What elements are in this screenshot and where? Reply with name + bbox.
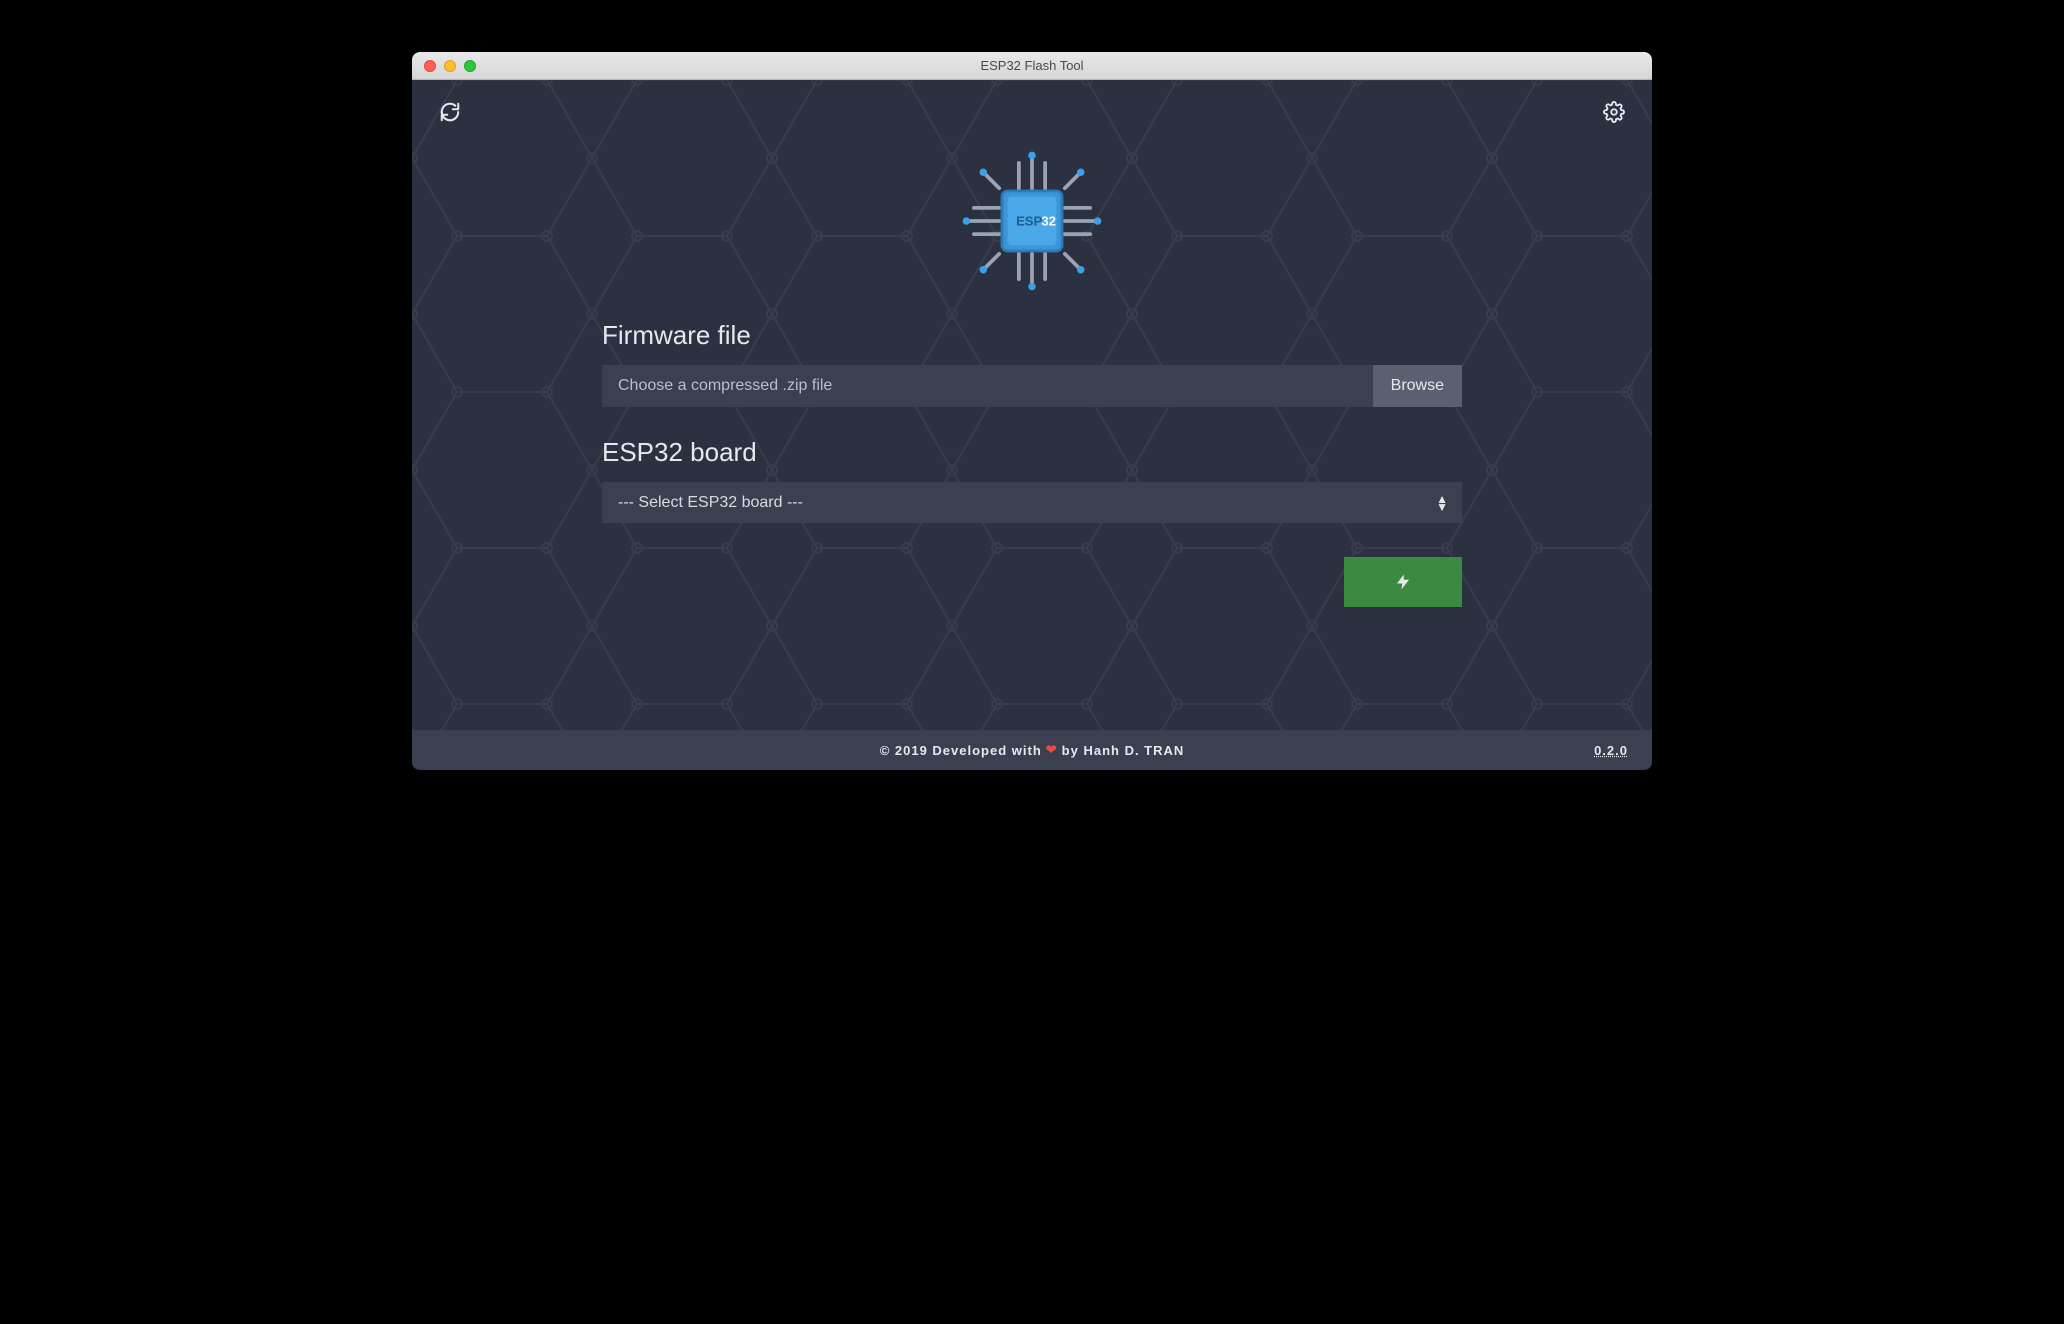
- heart-icon: ❤: [1046, 742, 1058, 758]
- footer-text-left: © 2019 Developed with: [880, 743, 1042, 758]
- version-link[interactable]: 0.2.0: [1594, 743, 1628, 758]
- flash-button[interactable]: [1344, 557, 1462, 607]
- settings-icon[interactable]: [1600, 98, 1628, 126]
- firmware-file-input[interactable]: [602, 365, 1373, 407]
- app-body: ESP 32 Firmware file Browse ESP32 board …: [412, 80, 1652, 770]
- refresh-icon[interactable]: [436, 98, 464, 126]
- minimize-window-button[interactable]: [444, 60, 456, 72]
- window-title: ESP32 Flash Tool: [412, 58, 1652, 73]
- footer: © 2019 Developed with ❤ by Hanh D. TRAN …: [412, 730, 1652, 770]
- titlebar: ESP32 Flash Tool: [412, 52, 1652, 80]
- lightning-icon: [1394, 569, 1412, 595]
- browse-button[interactable]: Browse: [1373, 365, 1462, 407]
- close-window-button[interactable]: [424, 60, 436, 72]
- logo-text-left: ESP: [1016, 214, 1042, 229]
- board-select[interactable]: --- Select ESP32 board ---: [602, 482, 1462, 523]
- footer-text-right: by Hanh D. TRAN: [1062, 743, 1185, 758]
- traffic-lights: [412, 60, 476, 72]
- firmware-label: Firmware file: [602, 320, 1462, 351]
- maximize-window-button[interactable]: [464, 60, 476, 72]
- logo: ESP 32: [412, 146, 1652, 296]
- main-form: Firmware file Browse ESP32 board --- Sel…: [602, 320, 1462, 730]
- app-window: ESP32 Flash Tool: [412, 52, 1652, 770]
- board-label: ESP32 board: [602, 437, 1462, 468]
- logo-text-right: 32: [1041, 214, 1056, 229]
